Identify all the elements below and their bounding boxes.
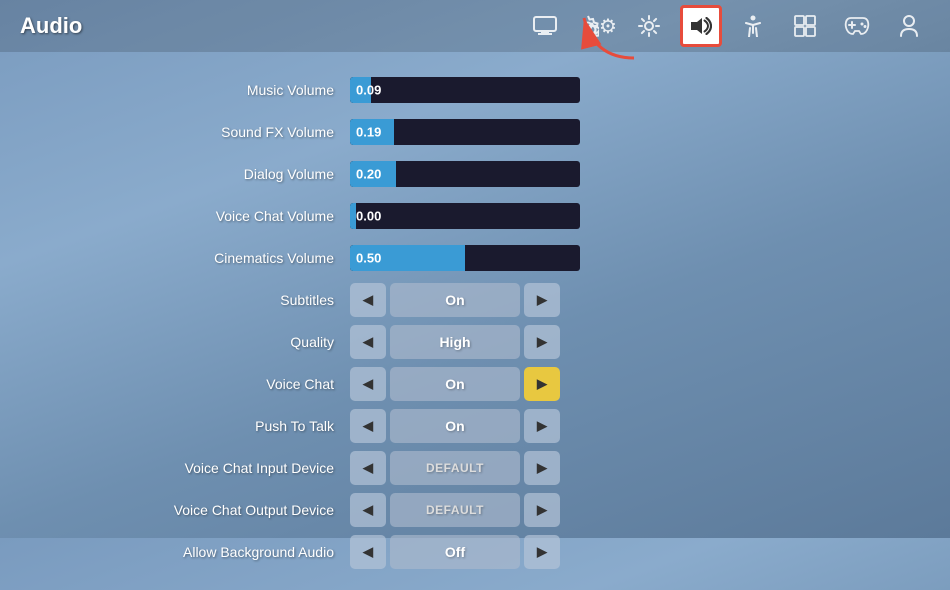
slider-music-volume[interactable]: 0.09	[350, 77, 580, 103]
toggle-push-to-talk: ◀ On ▶	[350, 409, 560, 443]
voice-chat-next-btn[interactable]: ▶	[524, 367, 560, 401]
nav-icon-gamepad[interactable]	[836, 5, 878, 47]
nav-icon-user[interactable]	[888, 5, 930, 47]
nav-icons: ⚙	[524, 5, 930, 47]
nav-icon-settings[interactable]: ⚙	[576, 5, 618, 47]
value-music-volume: 0.09	[356, 83, 381, 98]
toggle-voice-chat-output-device: ◀ DEFAULT ▶	[350, 493, 560, 527]
quality-value: High	[390, 325, 520, 359]
label-voice-chat-output-device: Voice Chat Output Device	[40, 502, 350, 518]
nav-icon-network[interactable]	[784, 5, 826, 47]
nav-icon-audio[interactable]	[680, 5, 722, 47]
setting-row-cinematics-volume: Cinematics Volume 0.50	[40, 240, 910, 276]
voice-chat-input-next-btn[interactable]: ▶	[524, 451, 560, 485]
label-subtitles: Subtitles	[40, 292, 350, 308]
slider-dialog-volume[interactable]: 0.20	[350, 161, 580, 187]
setting-row-subtitles: Subtitles ◀ On ▶	[40, 282, 910, 318]
slider-sound-fx-volume[interactable]: 0.19	[350, 119, 580, 145]
label-allow-background-audio: Allow Background Audio	[40, 544, 350, 560]
setting-row-music-volume: Music Volume 0.09	[40, 72, 910, 108]
subtitles-next-btn[interactable]: ▶	[524, 283, 560, 317]
setting-row-voice-chat-input-device: Voice Chat Input Device ◀ DEFAULT ▶	[40, 450, 910, 486]
allow-background-audio-prev-btn[interactable]: ◀	[350, 535, 386, 569]
push-to-talk-prev-btn[interactable]: ◀	[350, 409, 386, 443]
subtitles-prev-btn[interactable]: ◀	[350, 283, 386, 317]
label-quality: Quality	[40, 334, 350, 350]
value-voice-chat-volume: 0.00	[356, 209, 381, 224]
voice-chat-output-value: DEFAULT	[390, 493, 520, 527]
setting-row-push-to-talk: Push To Talk ◀ On ▶	[40, 408, 910, 444]
label-voice-chat-input-device: Voice Chat Input Device	[40, 460, 350, 476]
nav-icon-monitor[interactable]	[524, 5, 566, 47]
push-to-talk-value: On	[390, 409, 520, 443]
allow-background-audio-next-btn[interactable]: ▶	[524, 535, 560, 569]
voice-chat-prev-btn[interactable]: ◀	[350, 367, 386, 401]
allow-background-audio-value: Off	[390, 535, 520, 569]
quality-prev-btn[interactable]: ◀	[350, 325, 386, 359]
setting-row-sound-fx-volume: Sound FX Volume 0.19	[40, 114, 910, 150]
page-title: Audio	[20, 13, 82, 39]
slider-cinematics-volume[interactable]: 0.50	[350, 245, 580, 271]
setting-row-quality: Quality ◀ High ▶	[40, 324, 910, 360]
toggle-subtitles: ◀ On ▶	[350, 283, 560, 317]
voice-chat-value: On	[390, 367, 520, 401]
label-dialog-volume: Dialog Volume	[40, 166, 350, 182]
nav-icon-accessibility[interactable]	[732, 5, 774, 47]
label-music-volume: Music Volume	[40, 82, 350, 98]
label-sound-fx-volume: Sound FX Volume	[40, 124, 350, 140]
voice-chat-input-prev-btn[interactable]: ◀	[350, 451, 386, 485]
label-voice-chat-volume: Voice Chat Volume	[40, 208, 350, 224]
toggle-allow-background-audio: ◀ Off ▶	[350, 535, 560, 569]
subtitles-value: On	[390, 283, 520, 317]
setting-row-dialog-volume: Dialog Volume 0.20	[40, 156, 910, 192]
nav-icon-brightness[interactable]	[628, 5, 670, 47]
setting-row-allow-background-audio: Allow Background Audio ◀ Off ▶	[40, 534, 910, 570]
voice-chat-output-next-btn[interactable]: ▶	[524, 493, 560, 527]
settings-content: Music Volume 0.09 Sound FX Volume 0.19 D…	[0, 52, 950, 590]
value-dialog-volume: 0.20	[356, 167, 381, 182]
label-push-to-talk: Push To Talk	[40, 418, 350, 434]
value-cinematics-volume: 0.50	[356, 251, 381, 266]
slider-voice-chat-volume[interactable]: 0.00	[350, 203, 580, 229]
setting-row-voice-chat-output-device: Voice Chat Output Device ◀ DEFAULT ▶	[40, 492, 910, 528]
value-sound-fx-volume: 0.19	[356, 125, 381, 140]
header: Audio ⚙	[0, 0, 950, 52]
toggle-voice-chat: ◀ On ▶	[350, 367, 560, 401]
setting-row-voice-chat: Voice Chat ◀ On ▶	[40, 366, 910, 402]
quality-next-btn[interactable]: ▶	[524, 325, 560, 359]
label-voice-chat: Voice Chat	[40, 376, 350, 392]
setting-row-voice-chat-volume: Voice Chat Volume 0.00	[40, 198, 910, 234]
toggle-quality: ◀ High ▶	[350, 325, 560, 359]
voice-chat-output-prev-btn[interactable]: ◀	[350, 493, 386, 527]
voice-chat-input-value: DEFAULT	[390, 451, 520, 485]
toggle-voice-chat-input-device: ◀ DEFAULT ▶	[350, 451, 560, 485]
label-cinematics-volume: Cinematics Volume	[40, 250, 350, 266]
push-to-talk-next-btn[interactable]: ▶	[524, 409, 560, 443]
